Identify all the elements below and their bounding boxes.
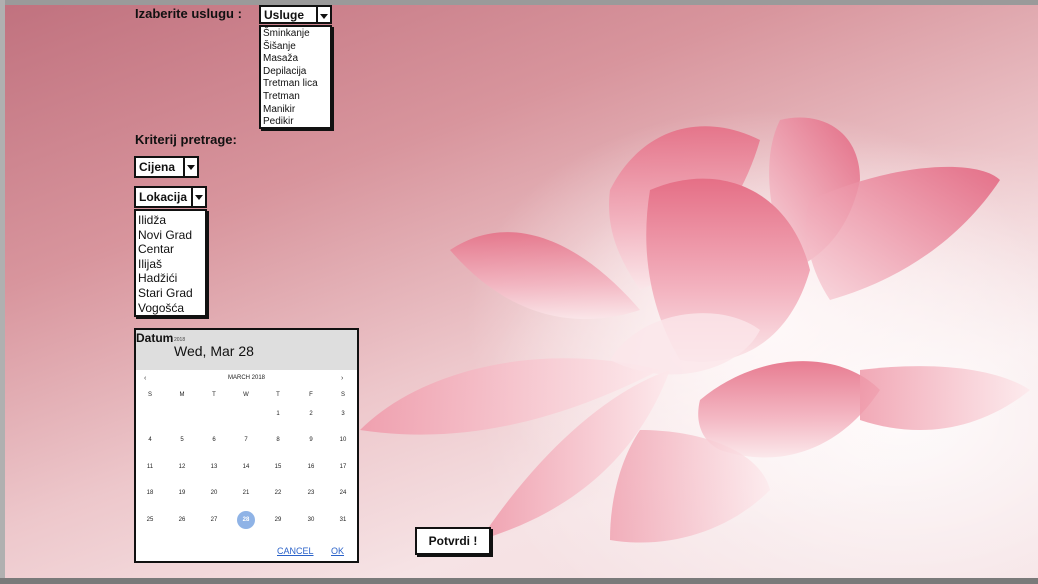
chevron-down-icon[interactable] — [191, 188, 205, 206]
calendar-day[interactable]: 2 — [301, 411, 321, 417]
list-item[interactable]: Novi Grad — [136, 228, 205, 243]
month-label: MARCH 2018 — [227, 375, 265, 381]
list-item[interactable]: Tretman — [261, 91, 330, 104]
services-label: Izaberite uslugu : — [135, 6, 242, 21]
calendar-day[interactable]: 10 — [333, 437, 353, 443]
calendar-day[interactable]: 16 — [301, 464, 321, 470]
calendar-day[interactable]: 9 — [301, 437, 321, 443]
calendar-day[interactable]: 20 — [204, 490, 224, 496]
date-picker[interactable]: Datum 2018 Wed, Mar 28 ‹ MARCH 2018 › SM… — [134, 328, 359, 563]
calendar-day[interactable]: 19 — [172, 490, 192, 496]
calendar-day[interactable]: 1 — [268, 411, 288, 417]
location-selected-value: Lokacija — [139, 190, 188, 204]
calendar-day[interactable]: 17 — [333, 464, 353, 470]
list-item[interactable]: Centar — [136, 242, 205, 257]
weekday-label: S — [147, 392, 152, 398]
price-selected-value: Cijena — [139, 160, 176, 174]
list-item[interactable]: Šminkanje — [261, 28, 330, 41]
calendar-day[interactable]: 24 — [333, 490, 353, 496]
list-item[interactable]: Hadžići — [136, 271, 205, 286]
lotus-flower-image — [360, 117, 1030, 543]
calendar-day[interactable]: 14 — [236, 464, 256, 470]
location-listbox[interactable]: Ilidža Novi Grad Centar Ilijaš Hadžići S… — [134, 209, 207, 317]
calendar-day[interactable]: 8 — [268, 437, 288, 443]
services-dropdown[interactable]: Usluge — [259, 5, 332, 24]
window-bottom-border — [0, 578, 1038, 584]
chevron-down-icon[interactable] — [183, 158, 197, 176]
weekday-label: M — [179, 392, 185, 398]
list-item[interactable]: Manikir — [261, 104, 330, 117]
calendar-day[interactable]: 28 — [236, 517, 256, 523]
weekday-label: T — [212, 392, 216, 398]
calendar-day[interactable]: 27 — [204, 517, 224, 523]
chevron-down-icon[interactable] — [316, 7, 330, 22]
calendar-day[interactable]: 21 — [236, 490, 256, 496]
list-item[interactable]: Šišanje — [261, 41, 330, 54]
calendar-day[interactable]: 13 — [204, 464, 224, 470]
weekday-label: T — [276, 392, 280, 398]
calendar-day[interactable]: 29 — [268, 517, 288, 523]
list-item[interactable]: Masaža — [261, 53, 330, 66]
cancel-button[interactable]: CANCEL — [277, 546, 314, 556]
calendar-day[interactable]: 31 — [333, 517, 353, 523]
weekday-label: W — [243, 392, 249, 398]
next-month-icon[interactable]: › — [341, 375, 343, 382]
date-picker-selected-date: Wed, Mar 28 — [174, 343, 254, 359]
calendar-day[interactable]: 3 — [333, 411, 353, 417]
window-left-border — [0, 0, 5, 584]
calendar-day[interactable]: 25 — [140, 517, 160, 523]
date-picker-title: Datum — [136, 331, 174, 345]
calendar-day[interactable]: 18 — [140, 490, 160, 496]
calendar-day[interactable]: 30 — [301, 517, 321, 523]
list-item[interactable]: Pedikir — [261, 116, 330, 129]
criteria-label: Kriterij pretrage: — [135, 132, 237, 147]
calendar-day[interactable]: 12 — [172, 464, 192, 470]
services-selected-value: Usluge — [264, 8, 305, 22]
list-item[interactable]: Tretman lica — [261, 78, 330, 91]
list-item[interactable]: Stari Grad — [136, 286, 205, 301]
calendar-day[interactable]: 22 — [268, 490, 288, 496]
calendar-day[interactable]: 6 — [204, 437, 224, 443]
list-item[interactable]: Ilijaš — [136, 257, 205, 272]
calendar-day[interactable]: 11 — [140, 464, 160, 470]
ok-button[interactable]: OK — [331, 546, 344, 556]
list-item[interactable]: Vogošća — [136, 301, 205, 316]
list-item[interactable]: Ilidža — [136, 213, 205, 228]
weekday-label: S — [340, 392, 345, 398]
calendar-day[interactable]: 15 — [268, 464, 288, 470]
weekday-label: F — [309, 392, 313, 398]
list-item[interactable]: Depilacija — [261, 66, 330, 79]
calendar-day[interactable]: 26 — [172, 517, 192, 523]
location-dropdown[interactable]: Lokacija — [134, 186, 207, 208]
calendar-day[interactable]: 5 — [172, 437, 192, 443]
calendar-day[interactable]: 23 — [301, 490, 321, 496]
calendar-day[interactable]: 4 — [140, 437, 160, 443]
calendar-day[interactable]: 7 — [236, 437, 256, 443]
price-dropdown[interactable]: Cijena — [134, 156, 199, 178]
services-listbox[interactable]: Šminkanje Šišanje Masaža Depilacija Tret… — [259, 25, 332, 129]
confirm-button[interactable]: Potvrdi ! — [415, 527, 491, 555]
window-top-border — [0, 0, 1038, 5]
